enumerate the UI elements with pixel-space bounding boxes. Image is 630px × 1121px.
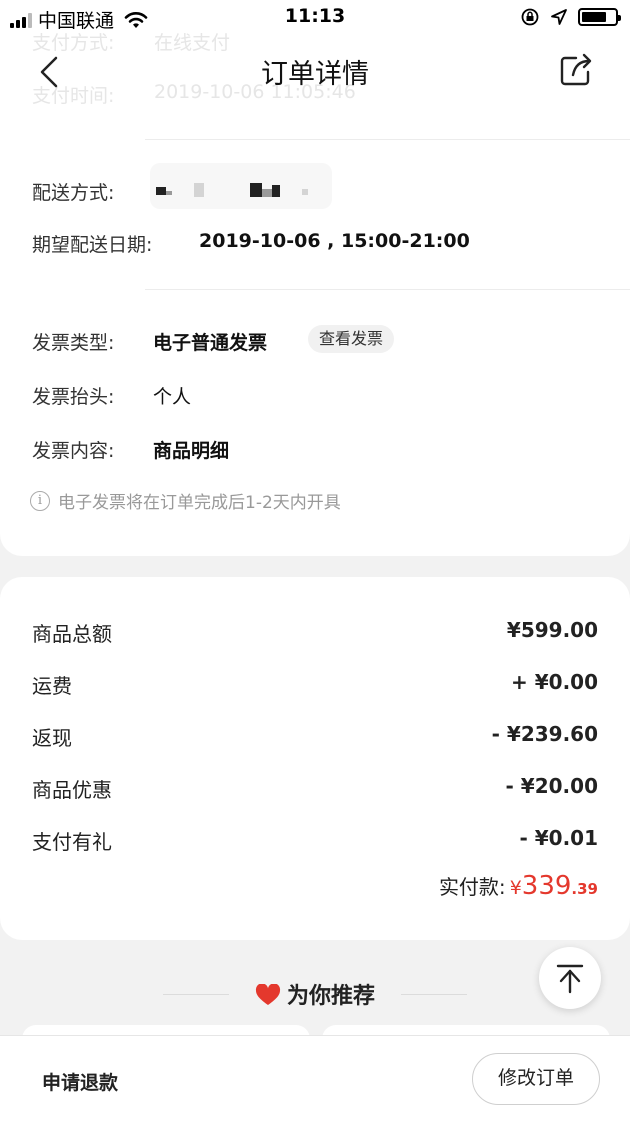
invoice-notice: i 电子发票将在订单完成后1-2天内开具 (30, 488, 341, 513)
price-label: 支付有礼 (32, 830, 112, 854)
price-value: - ¥0.01 (519, 826, 598, 850)
recommend-heading: 为你推荐 (0, 978, 630, 1010)
total-paid-integer: 339 (521, 871, 572, 901)
invoice-type-label: 发票类型: (32, 332, 115, 354)
total-paid-label: 实付款: (438, 875, 506, 899)
delivery-date-label: 期望配送日期: (32, 234, 153, 256)
price-value: - ¥20.00 (505, 774, 598, 798)
location-arrow-icon (551, 9, 567, 25)
price-label: 返现 (32, 726, 72, 750)
invoice-title-label: 发票抬头: (32, 386, 115, 408)
recommend-title: 为你推荐 (286, 984, 375, 1009)
share-button[interactable] (556, 50, 596, 90)
delivery-method-value-obscured (150, 163, 332, 209)
total-paid-decimal: .39 (571, 880, 598, 898)
invoice-content-label: 发票内容: (32, 440, 115, 462)
heart-icon (255, 984, 280, 1005)
view-invoice-button[interactable]: 查看发票 (308, 325, 395, 353)
divider (145, 289, 630, 290)
back-to-top-button[interactable] (539, 947, 601, 1009)
invoice-type-value: 电子普通发票 (153, 332, 268, 354)
price-value: - ¥239.60 (491, 722, 598, 746)
price-value: ¥599.00 (506, 618, 598, 642)
price-label: 运费 (32, 674, 72, 698)
invoice-content-value: 商品明细 (153, 440, 230, 462)
info-icon: i (30, 490, 50, 511)
nav-header: 支付方式: 在线支付 支付时间: 2019-10-06 11:05:46 订单详… (0, 32, 630, 108)
request-refund-button[interactable]: 申请退款 (42, 1068, 118, 1095)
status-bar: 中国联通 11:13 (0, 0, 630, 36)
bottom-action-bar: 申请退款 修改订单 (0, 1035, 630, 1121)
invoice-title-value: 个人 (153, 386, 192, 408)
price-summary-card: 商品总额 ¥599.00 运费 + ¥0.00 返现 - ¥239.60 商品优… (0, 577, 630, 940)
orientation-lock-icon (521, 8, 539, 26)
modify-order-button[interactable]: 修改订单 (472, 1053, 600, 1105)
price-label: 商品优惠 (32, 778, 112, 802)
total-paid: 实付款: ¥ 339 .39 (439, 871, 598, 901)
delivery-method-label: 配送方式: (32, 182, 115, 204)
total-paid-currency: ¥ (509, 877, 522, 899)
page-title: 订单详情 (261, 59, 369, 90)
invoice-notice-text: 电子发票将在订单完成后1-2天内开具 (58, 493, 341, 513)
divider (145, 139, 630, 140)
battery-icon (578, 8, 621, 26)
share-icon (560, 53, 592, 86)
price-label: 商品总额 (32, 622, 112, 646)
arrow-up-icon (556, 964, 584, 994)
price-value: + ¥0.00 (511, 670, 598, 694)
delivery-date-value: 2019-10-06 , 15:00-21:00 (199, 230, 470, 252)
